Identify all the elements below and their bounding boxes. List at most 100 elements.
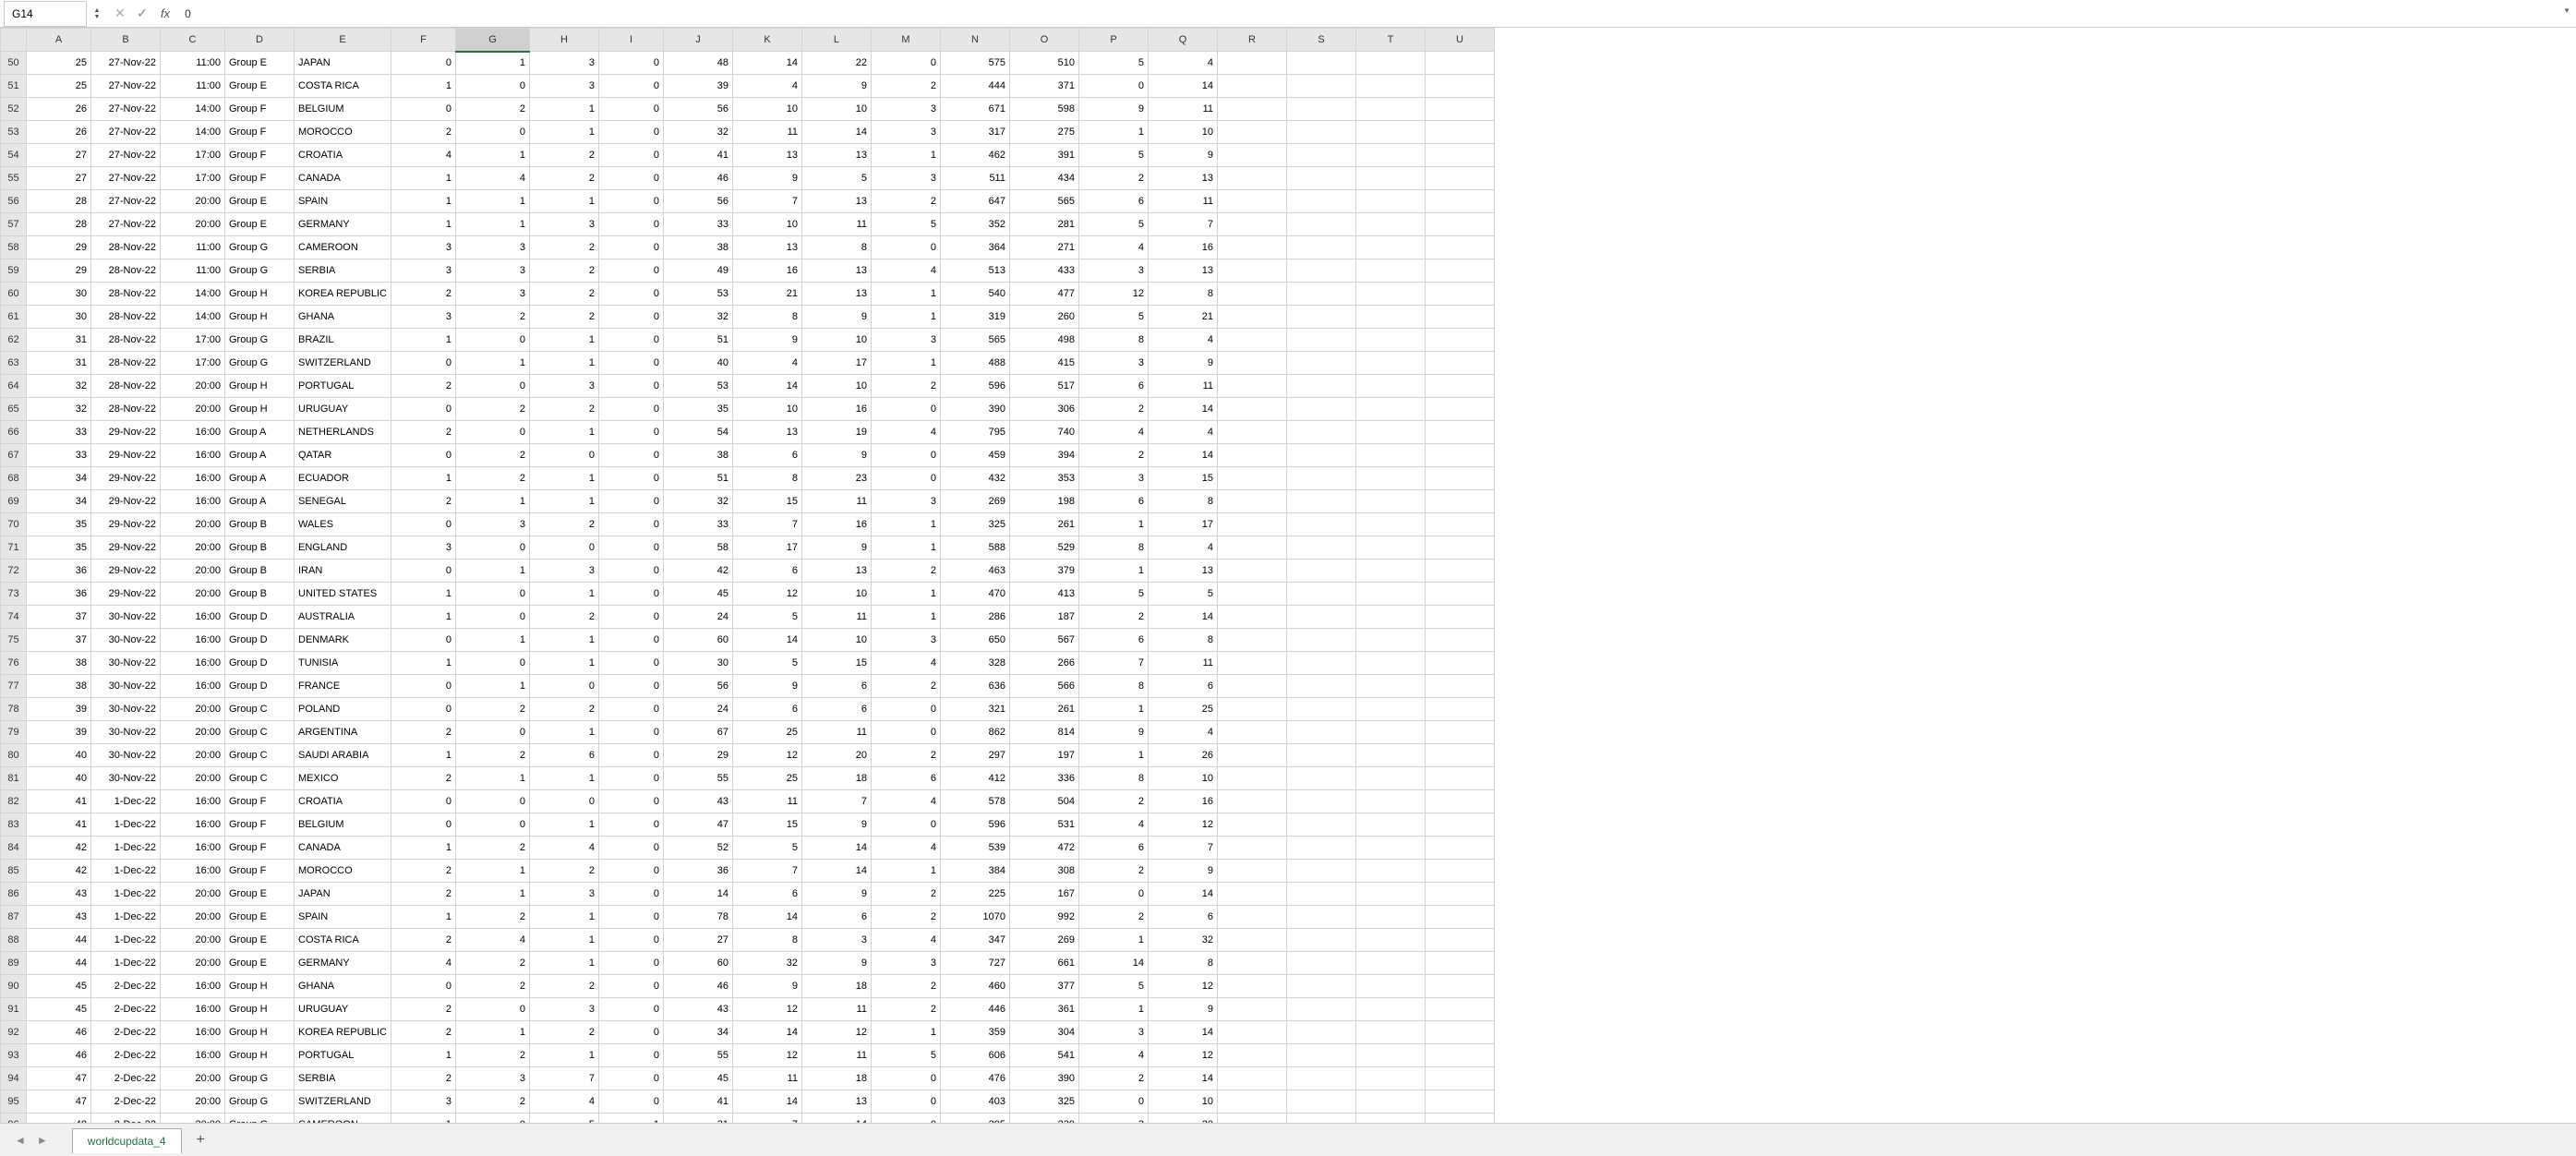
cell[interactable]: 60 (663, 952, 732, 975)
next-sheet-icon[interactable]: ► (31, 1134, 54, 1147)
cell[interactable] (1355, 98, 1425, 121)
cell[interactable]: 8 (1148, 952, 1217, 975)
cell[interactable]: 12 (732, 998, 801, 1021)
cell[interactable]: 18 (801, 767, 871, 790)
cell[interactable]: 0 (598, 952, 663, 975)
cell[interactable] (1286, 998, 1355, 1021)
cell[interactable]: Group F (225, 167, 295, 190)
cell[interactable]: 31 (27, 329, 91, 352)
cell[interactable]: MOROCCO (295, 121, 391, 144)
cell[interactable]: 5 (801, 167, 871, 190)
cell[interactable]: 9 (732, 167, 801, 190)
cell[interactable] (1286, 698, 1355, 721)
row-header[interactable]: 80 (1, 744, 27, 767)
cell[interactable]: 0 (598, 790, 663, 813)
cell[interactable]: 25 (27, 52, 91, 75)
row-header[interactable]: 95 (1, 1090, 27, 1114)
cell[interactable] (1217, 560, 1286, 583)
cell[interactable]: 1 (391, 329, 455, 352)
cell[interactable]: 379 (1009, 560, 1078, 583)
cell[interactable]: 1 (529, 190, 598, 213)
cell[interactable]: 20:00 (161, 698, 225, 721)
cell[interactable]: COSTA RICA (295, 75, 391, 98)
cell[interactable]: Group E (225, 213, 295, 236)
cell[interactable]: 8 (1078, 767, 1148, 790)
cell[interactable]: 0 (598, 52, 663, 75)
cell[interactable] (1217, 883, 1286, 906)
cell[interactable]: Group F (225, 790, 295, 813)
cell[interactable]: Group G (225, 1067, 295, 1090)
cell[interactable] (1286, 513, 1355, 536)
cell[interactable]: Group A (225, 467, 295, 490)
cell[interactable]: 1 (391, 583, 455, 606)
cell[interactable]: 2 (1078, 790, 1148, 813)
cell[interactable]: 20:00 (161, 213, 225, 236)
cell[interactable] (1425, 560, 1494, 583)
cell[interactable]: Group B (225, 536, 295, 560)
cell[interactable]: 0 (391, 629, 455, 652)
col-header-N[interactable]: N (940, 29, 1009, 52)
cell[interactable]: 2 (529, 236, 598, 259)
cell[interactable]: 1 (529, 629, 598, 652)
cell[interactable] (1355, 213, 1425, 236)
cell[interactable]: Group E (225, 952, 295, 975)
cell[interactable] (1286, 283, 1355, 306)
cell[interactable]: 1 (455, 767, 529, 790)
cell[interactable]: 0 (598, 259, 663, 283)
cell[interactable]: 51 (663, 467, 732, 490)
cell[interactable]: 319 (940, 306, 1009, 329)
cell[interactable]: 1 (1078, 513, 1148, 536)
cell[interactable]: 29 (27, 236, 91, 259)
cell[interactable]: 0 (598, 467, 663, 490)
cell[interactable] (1217, 813, 1286, 837)
cell[interactable]: 11 (801, 606, 871, 629)
cell[interactable]: 0 (871, 813, 940, 837)
cell[interactable]: 992 (1009, 906, 1078, 929)
cell[interactable]: 0 (598, 675, 663, 698)
cell[interactable]: 0 (871, 236, 940, 259)
cell[interactable]: 1 (529, 721, 598, 744)
cell[interactable]: 2 (529, 606, 598, 629)
cell[interactable] (1425, 98, 1494, 121)
cell[interactable]: 1 (391, 837, 455, 860)
cell[interactable] (1286, 860, 1355, 883)
cell[interactable]: 47 (27, 1067, 91, 1090)
cell[interactable]: Group F (225, 837, 295, 860)
cell[interactable]: 727 (940, 952, 1009, 975)
cell[interactable]: 0 (598, 1090, 663, 1114)
cell[interactable]: 14 (732, 1090, 801, 1114)
cell[interactable]: 13 (801, 283, 871, 306)
cell[interactable]: 17:00 (161, 329, 225, 352)
cell[interactable]: 1 (529, 490, 598, 513)
cell[interactable]: 55 (663, 767, 732, 790)
cell[interactable]: 1 (391, 190, 455, 213)
cell[interactable]: 317 (940, 121, 1009, 144)
cell[interactable]: 39 (27, 698, 91, 721)
cell[interactable]: 14 (1148, 1067, 1217, 1090)
cell[interactable] (1355, 767, 1425, 790)
cell[interactable]: 0 (598, 906, 663, 929)
cell[interactable] (1425, 398, 1494, 421)
cell[interactable]: 14 (1148, 75, 1217, 98)
cell[interactable]: 0 (598, 583, 663, 606)
cell[interactable]: 286 (940, 606, 1009, 629)
cell[interactable]: 27-Nov-22 (91, 190, 161, 213)
cell[interactable]: 41 (663, 1090, 732, 1114)
cell[interactable]: Group F (225, 144, 295, 167)
cell[interactable] (1217, 259, 1286, 283)
cell[interactable]: 6 (529, 744, 598, 767)
cell[interactable]: 0 (871, 698, 940, 721)
cell[interactable]: 8 (1078, 536, 1148, 560)
cell[interactable]: 2 (529, 975, 598, 998)
cell[interactable]: 0 (391, 790, 455, 813)
cell[interactable]: 444 (940, 75, 1009, 98)
cell[interactable] (1425, 1021, 1494, 1044)
row-header[interactable]: 63 (1, 352, 27, 375)
cell[interactable]: 0 (455, 1114, 529, 1124)
cell[interactable]: 261 (1009, 513, 1078, 536)
cell[interactable]: 0 (455, 536, 529, 560)
cell[interactable]: 377 (1009, 975, 1078, 998)
cell[interactable]: 0 (455, 998, 529, 1021)
cell[interactable]: 2 (455, 1090, 529, 1114)
row-header[interactable]: 67 (1, 444, 27, 467)
